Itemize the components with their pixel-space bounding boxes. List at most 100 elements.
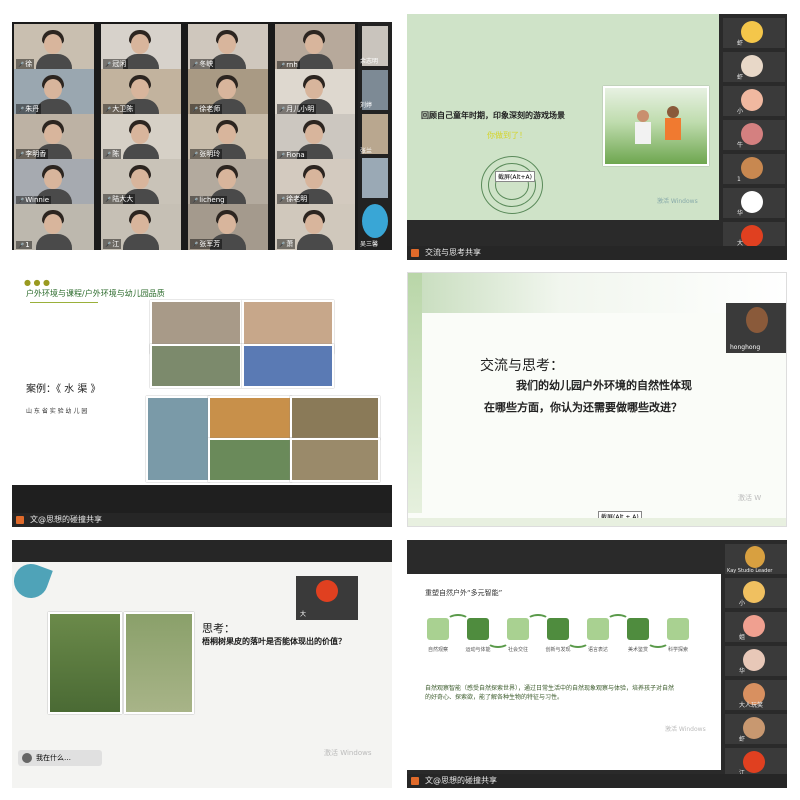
activity-photo: [290, 396, 380, 440]
slide-canvas: 回顾自己童年时期，印象深刻的游戏场景 你做到了！ 截屏(Alt+A) 激活 Wi…: [407, 14, 719, 220]
intelligence-label: 自然观察: [427, 647, 448, 653]
connector: [447, 614, 469, 626]
participant-name: Fiona: [277, 151, 307, 159]
intelligence-label: 科学探索: [667, 647, 688, 653]
participant-tile[interactable]: 1: [14, 204, 94, 250]
participant-tile[interactable]: 陆大大: [101, 159, 181, 205]
participant-tile[interactable]: 江: [101, 204, 181, 250]
participant-name: 徐: [16, 59, 35, 69]
presenter-name: 大: [300, 611, 307, 618]
activity-photo: [150, 344, 242, 388]
child-photo: [124, 612, 194, 714]
participant-tile[interactable]: Winnie: [14, 159, 94, 205]
thinking-question: 梧桐树果皮的落叶是否能体现出的价值？: [202, 637, 346, 646]
activity-photo: [146, 396, 210, 482]
participant-tile[interactable]: licheng: [188, 159, 268, 205]
intelligence-node: [467, 618, 489, 640]
activity-photo: [290, 438, 380, 482]
participant-name: 张军芳: [190, 239, 223, 249]
windows-watermark: 激活 Windows: [665, 726, 706, 733]
discussion-heading: 交流与思考：: [480, 358, 564, 374]
slide-body: 自然观察智能（感受自然探索世界），通过日常生活中的自然现象观察与体验，培养孩子对…: [425, 685, 675, 701]
intelligence-node: [507, 618, 529, 640]
discussion-line1: 我们的幼儿园户外环境的自然性体现: [516, 379, 692, 392]
participant-name: 李明香: [16, 149, 49, 159]
host-name: Kay Studio Leader: [727, 568, 773, 574]
participant-name: 朱丹: [16, 104, 42, 114]
side-name: 吴三馨: [360, 241, 379, 248]
side-name: 余志明: [360, 58, 379, 65]
participant-tile[interactable]: rnh: [275, 24, 355, 70]
participant-tile[interactable]: 徐老明: [275, 159, 355, 205]
participant-tile[interactable]: 张军芳: [188, 204, 268, 250]
participant-tile[interactable]: 萧: [275, 204, 355, 250]
share-bar[interactable]: 文@思想的碰撞共享: [407, 774, 787, 788]
intelligence-node: [547, 618, 569, 640]
tree-photo: [48, 612, 122, 714]
participant-tile[interactable]: Fiona: [275, 114, 355, 160]
participant-name: 月儿小明: [277, 104, 317, 114]
side-name: 张兰: [360, 148, 373, 155]
intelligence-label: 语言表达: [587, 647, 608, 653]
activity-photo: [242, 344, 334, 388]
participant-tile[interactable]: 张明玲: [188, 114, 268, 160]
participant-name: 徐老师: [190, 104, 223, 114]
share-bar[interactable]: 文@思想的碰撞共享: [12, 513, 392, 527]
leaf-decoration: [12, 559, 53, 603]
slide-canvas: 重塑自然户外“多元智能” 自然观察 运动与体能 社会交往 创新与发现 语言表达 美术鉴赏科…: [407, 574, 721, 770]
participant-tile[interactable]: 李明香: [14, 114, 94, 160]
case-caption: 案例：《 水 渠 》: [26, 384, 101, 395]
share-bar[interactable]: 交流与思考共享: [407, 246, 787, 260]
slide-title: 户外环境与课程/户外环境与幼儿园品质: [26, 289, 165, 298]
slide-panel-water-channel: ● ● ● 户外环境与课程/户外环境与幼儿园品质 案例：《 水 渠 》 山 东 …: [12, 272, 392, 527]
children-photo: [603, 86, 709, 166]
participant-name: licheng: [190, 196, 227, 204]
slide-panel-childhood: 回顾自己童年时期，印象深刻的游戏场景 你做到了！ 截屏(Alt+A) 激活 Wi…: [407, 14, 787, 260]
participant-tile[interactable]: 陈: [101, 114, 181, 160]
windows-watermark: 激活 Windows: [657, 198, 698, 205]
participant-column: 虾 虾 小 牛 1 华 大: [723, 18, 785, 248]
intelligence-node: [667, 618, 689, 640]
participant-name: 陈: [103, 149, 122, 159]
participant-tile[interactable]: 月儿小明: [275, 69, 355, 115]
participant-name: Winnie: [16, 196, 52, 204]
thinking-heading: 思考：: [202, 622, 235, 635]
participant-name: 冠闲: [103, 59, 129, 69]
slide-panel-thinking: 思考： 梧桐树果皮的落叶是否能体现出的价值？ 激活 Windows 大 我在什么…: [12, 540, 392, 788]
participant-name: 冬峡: [190, 59, 216, 69]
participant-column: 小 姐 华 大人玩笑 虾 江: [725, 578, 787, 778]
intelligence-node: [627, 618, 649, 640]
intelligence-node: [587, 618, 609, 640]
participant-name: rnh: [277, 61, 300, 69]
participant-tile[interactable]: 徐: [14, 24, 94, 70]
windows-watermark: 激活 W: [738, 494, 762, 502]
slide-panel-intelligences: 重塑自然户外“多元智能” 自然观察 运动与体能 社会交往 创新与发现 语言表达 美术鉴赏科…: [407, 540, 787, 788]
slide-panel-discussion: honghong 交流与思考： 我们的幼儿园户外环境的自然性体现 在哪些方面，你…: [407, 272, 787, 527]
participant-tile[interactable]: 朱丹: [14, 69, 94, 115]
presenter-video: 大: [296, 576, 358, 620]
participant-tile[interactable]: 徐老师: [188, 69, 268, 115]
chat-chip[interactable]: 我在什么…: [18, 750, 102, 766]
presenter-name: honghong: [730, 344, 761, 351]
participant-tile[interactable]: 冬峡: [188, 24, 268, 70]
host-video: Kay Studio Leader: [725, 544, 787, 574]
participant-name: 1: [16, 241, 32, 249]
connector: [607, 614, 629, 626]
slide-title: 重塑自然户外“多元智能”: [425, 589, 503, 597]
ring-graphic: [481, 156, 543, 214]
intelligence-label: 社会交往: [507, 647, 528, 653]
participant-name: 大卫陈: [103, 104, 136, 114]
presenter-video: honghong: [726, 303, 786, 353]
gallery-panel: 徐 冠闲 冬峡 rnh 朱丹 大卫陈 徐老师 月儿小明李明香 陈 张明玲 Fiona Winnie 陆大…: [12, 22, 392, 250]
screenshot-tooltip: 截屏(Alt+A): [495, 171, 535, 182]
participant-name: 张明玲: [190, 149, 223, 159]
side-name: 刘婷: [360, 102, 373, 109]
slide-subtitle: 你做到了！: [487, 131, 527, 140]
participant-name: 陆大大: [103, 194, 136, 204]
activity-photo: [208, 438, 292, 482]
participant-tile[interactable]: 冠闲: [101, 24, 181, 70]
participant-tile[interactable]: 大卫陈: [101, 69, 181, 115]
slide-title: 回顾自己童年时期，印象深刻的游戏场景: [421, 111, 565, 120]
intelligence-node: [427, 618, 449, 640]
gallery-side-column: 余志明 刘婷 张兰 吴三馨: [358, 22, 392, 250]
